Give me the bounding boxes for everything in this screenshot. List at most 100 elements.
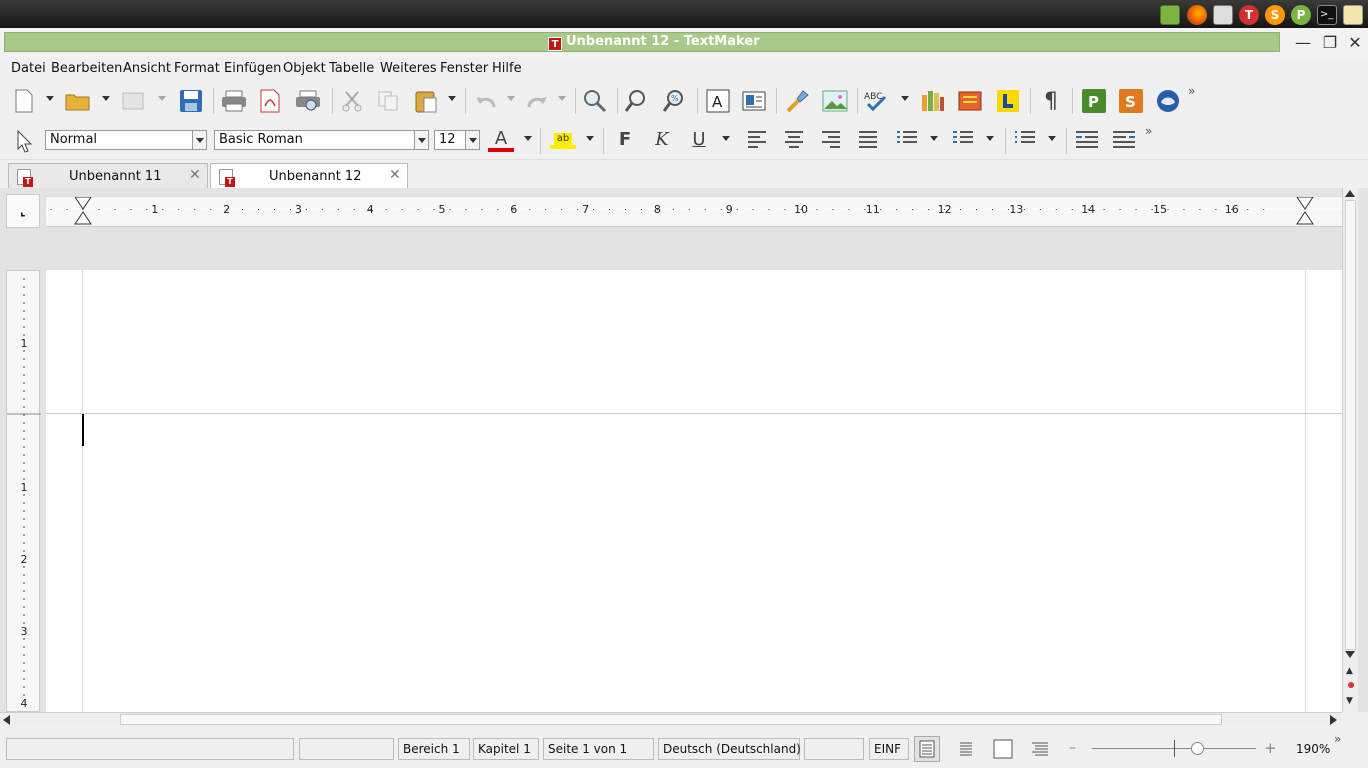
tab-unbenannt-11[interactable]: Unbenannt 11 ✕: [8, 163, 208, 188]
menu-einfuegen[interactable]: Einfügen: [224, 61, 281, 76]
chevron-down-icon[interactable]: [586, 136, 594, 141]
align-center-icon[interactable]: [785, 131, 805, 149]
align-left-icon[interactable]: [748, 131, 768, 149]
print-icon[interactable]: [220, 87, 248, 115]
textmaker-tray-icon[interactable]: T: [1239, 5, 1259, 25]
bullet-list-icon[interactable]: [897, 131, 917, 149]
status-section[interactable]: Bereich 1: [398, 738, 470, 760]
line-spacing-icon[interactable]: [1015, 131, 1035, 149]
normal-view-icon[interactable]: [914, 736, 940, 762]
menu-bearbeiten[interactable]: Bearbeiten: [51, 61, 122, 76]
menu-hilfe[interactable]: Hilfe: [492, 61, 522, 76]
new-document-icon[interactable]: [10, 87, 38, 115]
export-pdf-icon[interactable]: [256, 87, 284, 115]
notes-icon[interactable]: [1343, 5, 1363, 25]
scroll-down-arrow-icon[interactable]: [1345, 651, 1355, 658]
zoom-slider-thumb[interactable]: [1191, 742, 1204, 755]
toolbar-overflow-icon[interactable]: »: [1145, 124, 1152, 138]
menu-tabelle[interactable]: Tabelle: [329, 61, 374, 76]
pilcrow-icon[interactable]: ¶: [1037, 87, 1065, 115]
firefox-icon[interactable]: [1187, 5, 1207, 25]
right-indent-marker[interactable]: [1296, 196, 1314, 210]
search-icon[interactable]: [623, 87, 651, 115]
zoom-out-icon[interactable]: –: [1069, 740, 1076, 756]
chevron-down-icon[interactable]: [414, 131, 428, 149]
document-page[interactable]: [46, 270, 1342, 712]
outline-view-icon[interactable]: [1027, 736, 1053, 762]
scroll-right-arrow-icon[interactable]: [1330, 715, 1337, 725]
save-icon[interactable]: [177, 87, 205, 115]
italic-button[interactable]: K: [649, 129, 675, 151]
font-size-select[interactable]: 12: [434, 130, 480, 150]
left-indent-marker[interactable]: [74, 211, 92, 225]
font-family-select[interactable]: Basic Roman: [214, 130, 429, 150]
scroll-thumb[interactable]: [1345, 200, 1356, 650]
menu-ansicht[interactable]: Ansicht: [123, 61, 171, 76]
numbered-list-icon[interactable]: [953, 131, 973, 149]
scroll-thumb[interactable]: [120, 714, 1222, 725]
maximize-button[interactable]: ❐: [1321, 34, 1339, 52]
screenshot-icon[interactable]: [1213, 5, 1233, 25]
paste-icon[interactable]: [412, 87, 440, 115]
scroll-left-arrow-icon[interactable]: [3, 715, 10, 725]
planmaker-app-icon[interactable]: S: [1117, 87, 1145, 115]
font-color-icon[interactable]: A: [487, 127, 515, 155]
presentations-p-icon[interactable]: P: [1291, 5, 1311, 25]
spellcheck-icon[interactable]: ABC: [863, 87, 891, 115]
scroll-up-arrow-icon[interactable]: [1345, 190, 1355, 197]
chevron-down-icon[interactable]: [192, 131, 206, 149]
next-page-icon[interactable]: ▼: [1346, 696, 1353, 706]
horizontal-scrollbar[interactable]: [0, 712, 1342, 726]
zoom-in-icon[interactable]: +: [1264, 739, 1277, 757]
thunderbird-icon[interactable]: [1154, 87, 1182, 115]
browse-object-icon[interactable]: [1348, 682, 1354, 688]
page-view-icon[interactable]: [990, 736, 1016, 762]
chevron-down-icon[interactable]: [448, 96, 456, 101]
chevron-down-icon[interactable]: [102, 96, 110, 101]
find-icon[interactable]: [581, 87, 609, 115]
justify-icon[interactable]: [859, 131, 879, 149]
chevron-down-icon[interactable]: [930, 136, 938, 141]
horizontal-ruler[interactable]: 1 2 3 4 5 6 7 8 9 10 11 12 13 14 15 16: [46, 196, 1342, 227]
right-indent-marker-lower[interactable]: [1296, 211, 1314, 225]
continuous-view-icon[interactable]: [953, 736, 979, 762]
langenscheidt-icon[interactable]: [994, 87, 1022, 115]
open-folder-icon[interactable]: [64, 87, 92, 115]
menu-weiteres[interactable]: Weiteres: [380, 61, 437, 76]
chevron-down-icon[interactable]: [524, 136, 532, 141]
first-line-indent-marker[interactable]: [74, 196, 92, 210]
softmaker-s-icon[interactable]: S: [1265, 5, 1285, 25]
vertical-scrollbar[interactable]: ▲ ▼: [1342, 188, 1358, 712]
toolbar-overflow-icon[interactable]: »: [1188, 84, 1195, 98]
frame-icon[interactable]: [741, 87, 769, 115]
vertical-ruler[interactable]: 1 1 2 3 4: [6, 270, 41, 712]
format-paintbrush-icon[interactable]: [784, 87, 812, 115]
tab-stop-selector[interactable]: ⌞: [6, 194, 40, 228]
status-chapter[interactable]: Kapitel 1: [473, 738, 539, 760]
terminal-icon[interactable]: >_: [1317, 5, 1337, 25]
highlight-icon[interactable]: ab: [549, 127, 577, 155]
print-preview-icon[interactable]: [294, 87, 322, 115]
align-right-icon[interactable]: [822, 131, 842, 149]
underline-button[interactable]: U: [686, 129, 712, 151]
chevron-down-icon[interactable]: [465, 131, 479, 149]
chevron-down-icon[interactable]: [722, 136, 730, 141]
previous-page-icon[interactable]: ▲: [1346, 666, 1353, 676]
close-icon[interactable]: ✕: [389, 167, 401, 183]
minimize-button[interactable]: —: [1294, 34, 1312, 52]
menu-format[interactable]: Format: [174, 61, 220, 76]
increase-indent-icon[interactable]: [1113, 131, 1135, 149]
chevron-down-icon[interactable]: [1048, 136, 1056, 141]
status-page[interactable]: Seite 1 von 1: [543, 738, 654, 760]
presentations-app-icon[interactable]: P: [1080, 87, 1108, 115]
chevron-down-icon[interactable]: [901, 96, 909, 101]
library-books-icon[interactable]: [919, 87, 947, 115]
insert-picture-icon[interactable]: [821, 87, 849, 115]
status-overflow-icon[interactable]: »: [1334, 732, 1341, 746]
bold-button[interactable]: F: [612, 129, 638, 151]
search-replace-icon[interactable]: %: [661, 87, 689, 115]
paragraph-style-select[interactable]: Normal: [45, 130, 207, 150]
menu-objekt[interactable]: Objekt: [283, 61, 326, 76]
pointer-icon[interactable]: [10, 127, 38, 155]
folder-icon[interactable]: [1160, 5, 1180, 25]
